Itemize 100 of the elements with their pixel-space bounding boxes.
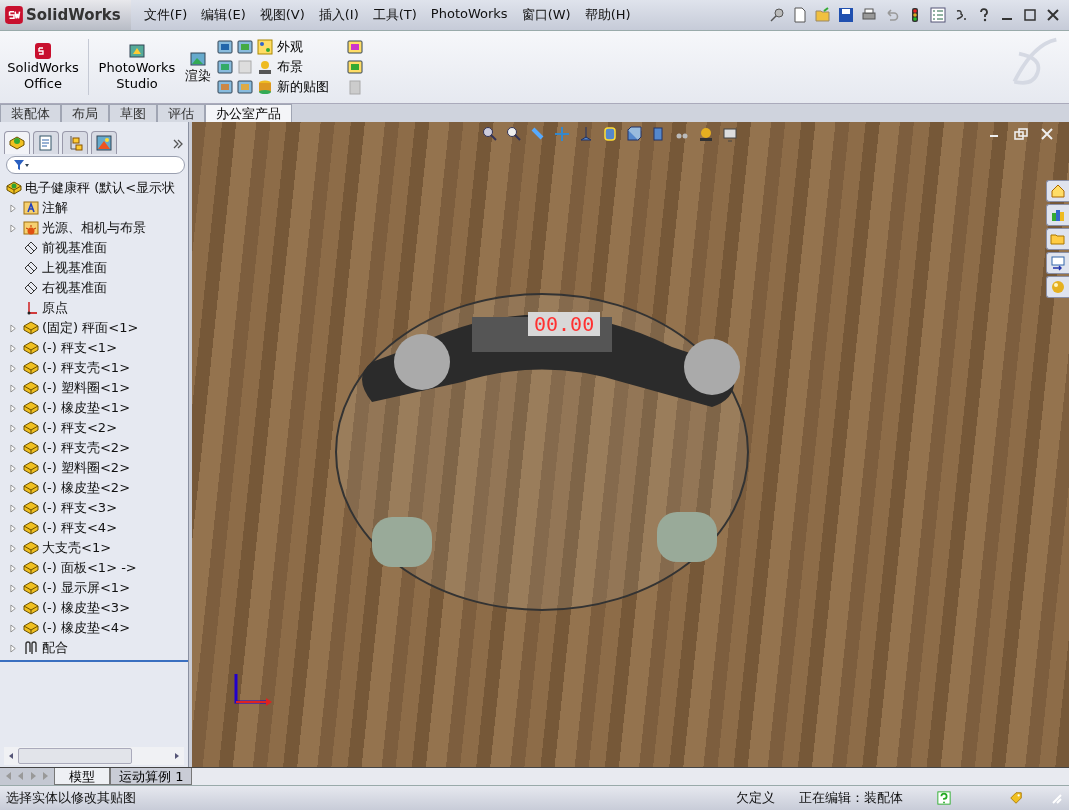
property-tab-icon[interactable]	[33, 131, 59, 154]
image-export-icon[interactable]	[217, 79, 233, 95]
close-icon[interactable]	[1045, 7, 1061, 23]
view-orientation-icon[interactable]	[626, 126, 642, 142]
filter-field[interactable]	[6, 156, 185, 174]
image-cursor-icon[interactable]	[237, 39, 253, 55]
part-icon	[23, 340, 39, 356]
section-view-icon[interactable]	[602, 126, 618, 142]
zoom-fit-icon[interactable]	[482, 126, 498, 142]
sun-folder-icon	[23, 220, 39, 236]
command-tab[interactable]: 布局	[61, 104, 109, 122]
part-icon	[23, 440, 39, 456]
plane-icon	[23, 260, 39, 276]
undo-icon[interactable]	[884, 7, 900, 23]
save-icon[interactable]	[838, 7, 854, 23]
options-list-icon[interactable]	[930, 7, 946, 23]
part-icon	[23, 460, 39, 476]
command-tab[interactable]: 办公室产品	[205, 104, 292, 122]
menu-item[interactable]: 编辑(E)	[194, 6, 253, 24]
open-folder-icon[interactable]	[815, 7, 831, 23]
tree-item[interactable]: (-) 秤支<2>	[42, 419, 118, 437]
command-tab[interactable]: 装配体	[0, 104, 61, 122]
command-tab[interactable]: 草图	[109, 104, 157, 122]
ribbon-command[interactable]: 外观	[257, 39, 329, 55]
image-save-icon[interactable]	[217, 39, 233, 55]
library-icon[interactable]	[1046, 204, 1069, 226]
image-edit-icon[interactable]	[237, 79, 253, 95]
zoom-area-icon[interactable]	[506, 126, 522, 142]
expand-chevron-icon[interactable]	[172, 138, 184, 150]
menu-item[interactable]: 窗口(W)	[514, 6, 578, 24]
part-icon	[23, 520, 39, 536]
feature-tree-tab-icon[interactable]	[4, 131, 30, 154]
clipboard-icon[interactable]	[347, 79, 363, 95]
rotate-axis-icon[interactable]	[578, 126, 594, 142]
tree-item[interactable]: (-) 塑料圈<1>	[42, 379, 131, 397]
print-icon[interactable]	[861, 7, 877, 23]
scale-display-reading: 00.00	[528, 312, 601, 336]
decal-scissors-icon[interactable]	[347, 39, 363, 55]
tree-item[interactable]: 前视基准面	[42, 239, 107, 257]
tree-item[interactable]: (-) 塑料圈<2>	[42, 459, 131, 477]
folder-icon[interactable]	[1046, 228, 1069, 250]
tree-item[interactable]: (-) 橡皮垫<1>	[42, 399, 131, 417]
tree-item[interactable]: 大支壳<1>	[42, 539, 112, 557]
flashlight-icon[interactable]	[530, 126, 546, 142]
horizontal-scrollbar[interactable]	[4, 747, 184, 765]
tree-item[interactable]: (-) 显示屏<1>	[42, 579, 131, 597]
home-icon[interactable]	[1046, 180, 1069, 202]
tree-item[interactable]: (-) 橡皮垫<4>	[42, 619, 131, 637]
command-tab[interactable]: 评估	[157, 104, 205, 122]
display-style-icon[interactable]	[650, 126, 666, 142]
decal-swap-icon[interactable]	[347, 59, 363, 75]
menu-item[interactable]: 文件(F)	[136, 6, 195, 24]
menu-item[interactable]: 插入(I)	[311, 6, 366, 24]
menu-item[interactable]: 帮助(H)	[577, 6, 638, 24]
tree-item[interactable]: (-) 秤支<1>	[42, 339, 118, 357]
tree-item[interactable]: (-) 橡皮垫<3>	[42, 599, 131, 617]
part-icon	[23, 400, 39, 416]
tag-icon[interactable]	[1009, 791, 1023, 805]
restore-icon[interactable]	[1013, 126, 1029, 142]
menu-item[interactable]: PhotoWorks	[423, 6, 515, 24]
tree-item[interactable]: 光源、相机与布景	[42, 219, 146, 237]
appearance-sphere-icon[interactable]	[698, 126, 714, 142]
tree-item[interactable]: 电子健康秤 (默认<显示状	[25, 179, 176, 197]
view-palette-icon[interactable]	[1046, 252, 1069, 274]
render-button[interactable]: 渲染	[183, 50, 213, 84]
display-tab-icon[interactable]	[91, 131, 117, 154]
editing-status: 正在编辑：装配体	[799, 789, 903, 807]
tree-item[interactable]: (-) 橡皮垫<2>	[42, 479, 131, 497]
new-document-icon[interactable]	[792, 7, 808, 23]
assembly-icon	[6, 180, 22, 196]
menu-item[interactable]: 工具(T)	[365, 6, 424, 24]
document-tab[interactable]: 运动算例 1	[110, 768, 193, 785]
maximize-icon[interactable]	[1022, 7, 1038, 23]
tree-item[interactable]: 原点	[42, 299, 68, 317]
pan-icon[interactable]	[554, 126, 570, 142]
office-button[interactable]: SolidWorks Office	[0, 40, 86, 94]
help-question-icon[interactable]	[937, 791, 951, 805]
ribbon-command[interactable]: 新的贴图	[257, 79, 329, 95]
menu-item[interactable]: 视图(V)	[252, 6, 312, 24]
tree-item[interactable]: (-) 秤支<3>	[42, 499, 118, 517]
tree-item[interactable]: (-) 面板<1> ->	[42, 559, 137, 577]
tree-item[interactable]: (-) 秤支壳<1>	[42, 359, 131, 377]
studio-button[interactable]: PhotoWorks Studio	[91, 40, 183, 94]
tree-item[interactable]: (固定) 秤面<1>	[42, 319, 139, 337]
tree-item[interactable]: (-) 秤支壳<2>	[42, 439, 131, 457]
tree-item[interactable]: 配合	[42, 639, 68, 657]
tree-item[interactable]: 上视基准面	[42, 259, 107, 277]
plane-icon	[23, 280, 39, 296]
tree-item[interactable]: 注解	[42, 199, 68, 217]
document-tab[interactable]: 模型	[54, 768, 110, 785]
sw-logo-icon	[34, 42, 52, 60]
ribbon-command[interactable]: 布景	[257, 59, 329, 75]
tree-item[interactable]: (-) 秤支<4>	[42, 519, 118, 537]
close-icon[interactable]	[1039, 126, 1055, 142]
pushpin-icon[interactable]	[769, 7, 785, 23]
scene-monitor-icon[interactable]	[722, 126, 738, 142]
tree-item[interactable]: 右视基准面	[42, 279, 107, 297]
configuration-tab-icon[interactable]	[62, 131, 88, 154]
paperclip-icon	[23, 640, 39, 656]
image-options-icon[interactable]	[217, 59, 233, 75]
